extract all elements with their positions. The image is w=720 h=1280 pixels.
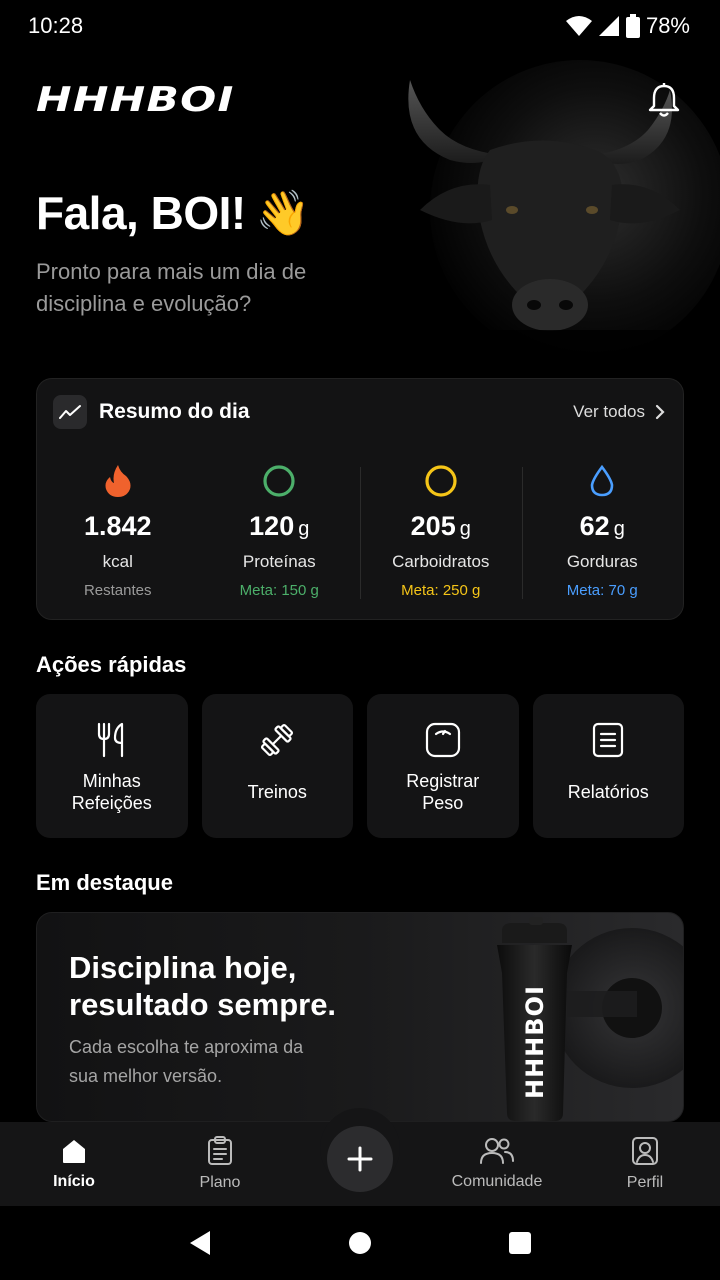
summary-header: Resumo do dia Ver todos (53, 395, 665, 429)
action-reports-button[interactable]: Relatórios (532, 694, 684, 838)
action-workouts-button[interactable]: Treinos (201, 694, 353, 838)
fat-label: Gorduras (566, 552, 638, 571)
chevron-right-icon (655, 404, 665, 420)
wave-icon: 👋 (255, 189, 311, 238)
action-meals-button[interactable]: Minhas Refeições (36, 694, 188, 838)
home-circle-icon[interactable] (348, 1231, 372, 1255)
nav-home[interactable]: Início (44, 1122, 104, 1206)
banner-title: Disciplina hoje, resultado sempre. (69, 950, 337, 1022)
bottom-nav: Início Plano Comunidade Perfil (0, 1108, 720, 1206)
fat-meta: Meta: 70 g (566, 582, 638, 599)
stat-fat: 62 g Gorduras Meta: 70 g (521, 463, 684, 599)
nav-community-label: Comunidade (451, 1173, 543, 1190)
calories-value: 1.842 (83, 511, 152, 541)
see-all-label: Ver todos (573, 402, 645, 421)
report-icon (592, 720, 624, 760)
protein-value: 120 g (249, 511, 310, 541)
summary-title-text: Resumo do dia (99, 400, 250, 423)
nav-home-label: Início (53, 1173, 95, 1190)
bell-icon (648, 83, 680, 117)
profile-icon (632, 1137, 658, 1165)
action-weight-button[interactable]: Registrar Peso (367, 694, 519, 838)
action-workouts-label: Treinos (247, 782, 307, 802)
greeting-text: Fala, BOI! (36, 187, 246, 239)
action-meals-label: Minhas Refeições (71, 771, 152, 813)
daily-summary-card: Resumo do dia Ver todos 1.842 kcal Resta… (36, 378, 684, 620)
fire-icon (104, 463, 132, 499)
greeting-title: Fala, BOI! 👋 (36, 186, 311, 240)
calories-meta: Restantes (83, 582, 152, 599)
nav-community[interactable]: Comunidade (442, 1122, 552, 1206)
carbs-value: 205 g (410, 511, 471, 541)
signal-icon (598, 16, 619, 36)
quick-actions-title: Ações rápidas (36, 652, 187, 677)
fat-value: 62 g (579, 511, 625, 541)
nav-plan[interactable]: Plano (190, 1122, 250, 1206)
nav-profile-label: Perfil (626, 1174, 664, 1191)
summary-title: Resumo do dia (53, 395, 250, 429)
carbs-ring-icon (424, 463, 458, 499)
scale-icon (425, 720, 461, 760)
status-icons: 78% (565, 13, 690, 39)
carbs-label: Carboidratos (392, 552, 490, 571)
battery-icon (625, 14, 640, 38)
battery-level: 78% (645, 13, 690, 38)
recents-icon[interactable] (508, 1231, 532, 1255)
stat-carbs: 205 g Carboidratos Meta: 250 g (360, 463, 522, 599)
banner-text: Cada escolha te aproxima da sua melhor v… (69, 1037, 304, 1086)
stat-divider (521, 467, 523, 599)
clipboard-icon (208, 1136, 232, 1165)
protein-ring-icon (262, 463, 296, 499)
nav-plan-label: Plano (199, 1174, 241, 1191)
featured-title: Em destaque (36, 870, 173, 895)
nav-profile[interactable]: Perfil (615, 1122, 675, 1206)
app-logo: HHHBOI (36, 80, 235, 120)
shaker-image: HHHBOI (497, 917, 683, 1121)
shaker-brand: HHHBOI (521, 985, 549, 1099)
nutrition-stats: 1.842 kcal Restantes 120 g Proteínas Meta… (37, 463, 683, 599)
back-icon[interactable] (188, 1230, 212, 1256)
protein-meta: Meta: 150 g (239, 582, 319, 599)
see-all-link[interactable]: Ver todos (573, 402, 665, 422)
status-time: 10:28 (28, 13, 84, 38)
dumbbell-icon (259, 720, 295, 760)
protein-label: Proteínas (242, 552, 316, 571)
wifi-icon (565, 16, 592, 36)
community-icon (480, 1138, 514, 1164)
notifications-button[interactable] (644, 80, 684, 120)
plus-icon (347, 1146, 373, 1172)
system-nav-bar (0, 1206, 720, 1280)
carbs-meta: Meta: 250 g (401, 582, 481, 599)
stat-protein: 120 g Proteínas Meta: 150 g (199, 463, 361, 599)
action-reports-label: Relatórios (567, 782, 649, 802)
calories-label: kcal (102, 552, 133, 571)
action-weight-label: Registrar Peso (406, 771, 480, 813)
greeting-subtitle: Pronto para mais um dia de disciplina e … (36, 259, 307, 316)
chart-icon (53, 395, 87, 429)
status-bar: 10:28 78% (0, 0, 720, 52)
stat-calories: 1.842 kcal Restantes (37, 463, 199, 599)
home-icon (63, 1140, 85, 1163)
drop-icon (589, 463, 615, 499)
app-header: HHHBOI (36, 78, 684, 122)
featured-banner[interactable]: HHHBOI Disciplina hoje, resultado sempre… (36, 912, 684, 1122)
stat-divider (360, 467, 361, 599)
quick-actions: Minhas Refeições Treinos Registrar Peso (36, 694, 684, 838)
add-button[interactable] (327, 1126, 393, 1192)
fork-knife-icon (96, 720, 128, 760)
